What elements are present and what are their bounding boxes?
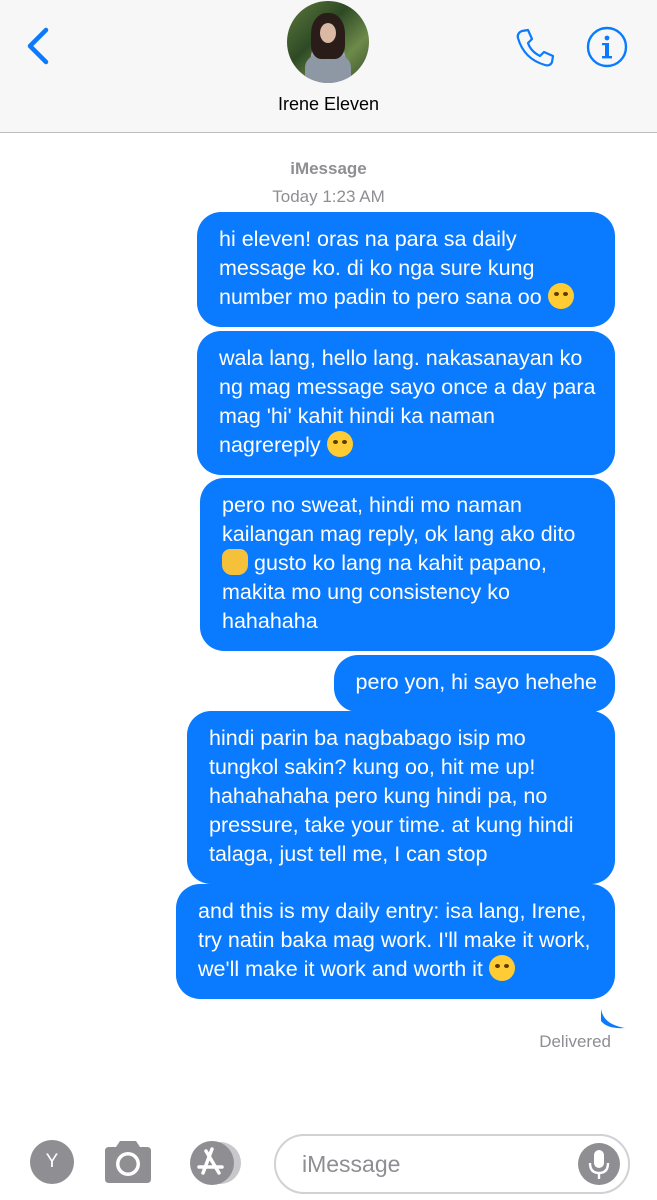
message-text: hi eleven! oras na para sa daily message…: [219, 227, 542, 309]
info-button[interactable]: [586, 26, 628, 68]
camera-icon: [105, 1141, 151, 1183]
message-text: gusto ko lang na kahit papano, makita mo…: [222, 551, 553, 633]
bubble-tail: [601, 1009, 625, 1029]
message-text: hindi parin ba nagbabago isip mo tungkol…: [209, 726, 580, 866]
message-timestamp: Today 1:23 AM: [272, 187, 385, 206]
message-text: and this is my daily entry: isa lang, Ir…: [198, 899, 597, 981]
message-text: pero no sweat, hindi mo naman kailangan …: [222, 493, 576, 546]
apps-button[interactable]: Y: [30, 1140, 74, 1184]
message-bubble[interactable]: wala lang, hello lang. nakasanayan ko ng…: [197, 331, 615, 475]
message-text: wala lang, hello lang. nakasanayan ko ng…: [219, 346, 602, 457]
info-icon: [586, 26, 628, 68]
grinning-squint-emoji: [326, 431, 353, 457]
delivery-status: Delivered: [539, 1032, 611, 1051]
message-bubble[interactable]: hi eleven! oras na para sa daily message…: [197, 212, 615, 327]
message-bubble[interactable]: hindi parin ba nagbabago isip mo tungkol…: [187, 711, 615, 884]
message-input-placeholder: iMessage: [302, 1151, 401, 1177]
camera-button[interactable]: [101, 1139, 155, 1185]
input-bar: Y iMessage: [0, 1125, 657, 1200]
message-input[interactable]: iMessage: [274, 1134, 630, 1194]
contact-name[interactable]: Irene Eleven: [0, 94, 657, 115]
message-bubble[interactable]: pero yon, hi sayo hehehe: [333, 655, 615, 712]
message-text: pero yon, hi sayo hehehe: [355, 670, 597, 694]
sweat-smile-emoji: [547, 283, 574, 309]
message-bubble[interactable]: pero no sweat, hindi mo naman kailangan …: [200, 478, 615, 651]
raised-fist-emoji: [222, 549, 248, 575]
smiling-face-emoji: [488, 955, 515, 981]
service-label: iMessage: [290, 159, 367, 178]
back-chevron-icon: [27, 27, 49, 65]
phone-icon: [516, 28, 555, 67]
message-bubble[interactable]: and this is my daily entry: isa lang, Ir…: [176, 884, 615, 999]
microphone-button[interactable]: [578, 1143, 620, 1185]
app-store-button[interactable]: [186, 1139, 246, 1187]
call-button[interactable]: [513, 26, 557, 70]
contact-avatar[interactable]: [287, 1, 369, 83]
conversation-header: Irene Eleven: [0, 0, 657, 133]
microphone-icon: [588, 1150, 610, 1179]
app-store-icon: [190, 1141, 241, 1185]
back-button[interactable]: [22, 24, 62, 68]
avatar-face: [320, 23, 336, 43]
